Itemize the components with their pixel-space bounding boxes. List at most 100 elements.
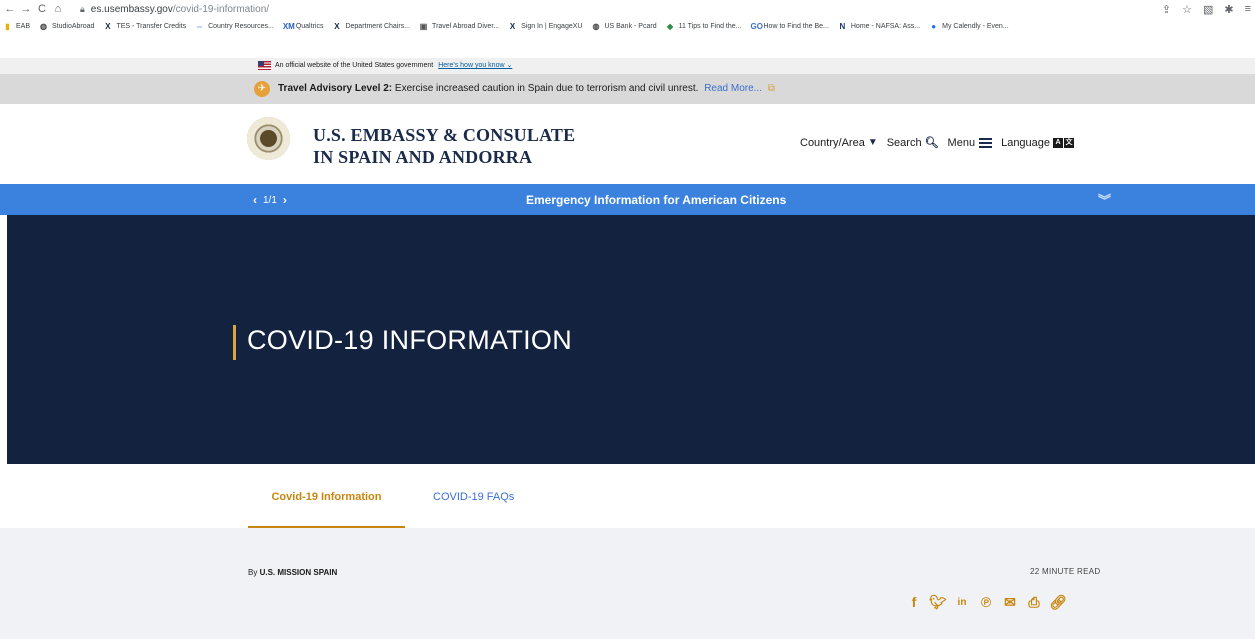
language-icon: A文: [1053, 137, 1075, 148]
author-name: U.S. MISSION SPAIN: [259, 568, 338, 577]
bookmark-item[interactable]: XM Qualtrics: [283, 22, 324, 31]
back-icon[interactable]: ←: [2, 3, 18, 15]
read-more-link[interactable]: Read More...: [704, 83, 762, 94]
tab-covid-19-faqs[interactable]: COVID-19 FAQs: [433, 491, 514, 503]
chevron-right-icon[interactable]: ›: [283, 193, 287, 207]
site-title-line2[interactable]: IN SPAIN AND ANDORRA: [313, 147, 532, 168]
bookmark-star-icon[interactable]: ☆: [1182, 3, 1192, 16]
url-path: /covid-19-information/: [172, 3, 270, 15]
bookmark-item[interactable]: ▣ Travel Abroad Diver...: [419, 22, 499, 31]
bookmark-label: Sign In | EngageXU: [521, 23, 583, 30]
page-tabs: Covid-19 Information COVID-19 FAQs: [0, 464, 1255, 528]
bookmark-item[interactable]: ◍ US Bank - Pcard: [591, 22, 656, 31]
bookmark-item[interactable]: X Sign In | EngageXU: [508, 22, 583, 31]
browser-nav-row: ← → C ⌂ 🔒︎ es.usembassy.gov/covid-19-inf…: [0, 0, 1255, 18]
url-host: es.usembassy.gov: [90, 3, 173, 15]
travel-advisory: ✈ Travel Advisory Level 2: Exercise incr…: [0, 74, 1255, 104]
menu-button[interactable]: Menu: [948, 137, 993, 149]
extension-icon[interactable]: ▧: [1203, 3, 1213, 16]
emergency-title-link[interactable]: Emergency Information for American Citiz…: [526, 193, 786, 207]
official-banner-text: An official website of the United States…: [275, 62, 434, 69]
twitter-icon[interactable]: 🐦︎: [929, 594, 947, 610]
page-title: COVID-19 INFORMATION: [247, 325, 573, 355]
eab-icon: ▮: [5, 22, 10, 31]
share-page-icon[interactable]: ⇪: [1162, 3, 1171, 16]
x-logo-icon: X: [105, 22, 111, 31]
globe-icon: ◍: [40, 22, 47, 31]
bookmark-item[interactable]: GO How to Find the Be...: [751, 22, 829, 31]
language-button[interactable]: Language A文: [1001, 137, 1075, 149]
nafsa-icon: N: [839, 22, 846, 31]
bookmark-label: My Calendly - Even...: [942, 23, 1009, 30]
alert-pager: ‹ 1/1 ›: [253, 193, 287, 207]
heres-how-you-know-link[interactable]: Here's how you know ⌄: [438, 62, 512, 69]
globe-icon: ◍: [592, 22, 600, 31]
bookmark-item[interactable]: N Home - NAFSA: Ass...: [838, 22, 920, 31]
page: ← → C ⌂ 🔒︎ es.usembassy.gov/covid-19-inf…: [0, 0, 1255, 639]
pinterest-icon[interactable]: ℗: [978, 594, 994, 610]
bookmark-item[interactable]: ◆ 11 Tips to Find the...: [666, 22, 742, 31]
bookmark-item[interactable]: X Department Chairs...: [332, 22, 410, 31]
advisory-level: Travel Advisory Level 2:: [278, 83, 393, 94]
search-button[interactable]: Search 🔍︎: [887, 136, 939, 150]
bookmark-label: Home - NAFSA: Ass...: [850, 23, 921, 30]
bookmark-label: 11 Tips to Find the...: [678, 23, 742, 30]
article-meta: By U.S. MISSION SPAIN 22 MINUTE READ f 🐦…: [0, 528, 1255, 639]
browser-menu-icon[interactable]: ≡: [1245, 3, 1251, 15]
caret-down-icon: ▼: [867, 137, 878, 148]
bookmark-label: EAB: [16, 23, 31, 30]
bookmark-item[interactable]: X TES - Transfer Credits: [103, 22, 186, 31]
home-icon[interactable]: ⌂: [50, 3, 66, 15]
bookmark-item[interactable]: ⇔ Country Resources...: [195, 22, 274, 31]
site-icon: ▣: [419, 22, 428, 31]
tab-covid-19-information[interactable]: Covid-19 Information: [248, 491, 405, 528]
hero-banner: COVID-19 INFORMATION: [7, 215, 1255, 464]
bookmark-label: Country Resources...: [208, 23, 274, 30]
site-title-line1[interactable]: U.S. EMBASSY & CONSULATE: [313, 125, 575, 146]
print-icon[interactable]: ⎙: [1026, 594, 1042, 610]
byline: By U.S. MISSION SPAIN: [248, 568, 338, 577]
reload-icon[interactable]: C: [34, 3, 50, 15]
chevron-left-icon[interactable]: ‹: [253, 193, 257, 207]
bookmark-item[interactable]: ▮ EAB: [3, 22, 30, 31]
site-icon: ◆: [667, 22, 674, 31]
bookmark-label: How to Find the Be...: [763, 23, 829, 30]
x-logo-icon: X: [509, 22, 516, 31]
address-bar[interactable]: 🔒︎ es.usembassy.gov/covid-19-information…: [80, 4, 269, 15]
bookmark-label: TES - Transfer Credits: [116, 23, 187, 30]
bookmarks-bar: ▮ EAB ◍ StudioAbroad X TES - Transfer Credits…: [0, 18, 1255, 35]
puzzle-icon[interactable]: ✱: [1224, 3, 1233, 16]
bookmark-label: US Bank - Pcard: [604, 23, 657, 30]
site-icon: GO: [750, 22, 763, 31]
facebook-icon[interactable]: f: [906, 594, 922, 610]
double-chevron-down-icon[interactable]: ︾: [1098, 190, 1111, 209]
bookmark-label: Qualtrics: [295, 23, 324, 30]
pager-count: 1/1: [263, 194, 277, 206]
emergency-info-bar: ‹ 1/1 › Emergency Information for Americ…: [0, 184, 1255, 215]
copy-link-icon[interactable]: 🔗︎: [1049, 594, 1067, 610]
x-logo-icon: X: [334, 22, 340, 31]
us-flag-icon: [258, 61, 271, 70]
forward-icon[interactable]: →: [18, 3, 34, 15]
bookmark-label: StudioAbroad: [52, 23, 95, 30]
link-icon: ⇔: [195, 22, 204, 31]
calendly-icon: ●: [931, 22, 937, 31]
email-icon[interactable]: ✉: [1002, 594, 1018, 610]
qualtrics-icon: XM: [282, 22, 295, 31]
bookmark-item[interactable]: ● My Calendly - Even...: [929, 22, 1009, 31]
lock-icon: 🔒︎: [80, 3, 85, 14]
linkedin-icon[interactable]: in: [954, 594, 970, 610]
browser-chrome: ← → C ⌂ 🔒︎ es.usembassy.gov/covid-19-inf…: [0, 0, 1255, 35]
external-link-icon: ⧉: [767, 83, 775, 94]
browser-actions: ⇪ ☆ ▧ ✱ ≡: [1162, 0, 1255, 18]
site-header: U.S. EMBASSY & CONSULATE IN SPAIN AND AN…: [0, 104, 1255, 184]
embassy-seal-logo[interactable]: [247, 117, 290, 160]
hamburger-icon: [979, 137, 993, 148]
header-nav: Country/Area ▼ Search 🔍︎ Menu Language A…: [800, 136, 1084, 149]
share-icons: f 🐦︎ in ℗ ✉ ⎙ 🔗︎: [906, 594, 1067, 611]
eagle-icon: [260, 130, 277, 147]
title-accent-bar: [233, 325, 236, 360]
advisory-text: Exercise increased caution in Spain due …: [394, 83, 699, 94]
country-area-dropdown[interactable]: Country/Area ▼: [800, 137, 878, 149]
bookmark-item[interactable]: ◍ StudioAbroad: [39, 22, 94, 31]
